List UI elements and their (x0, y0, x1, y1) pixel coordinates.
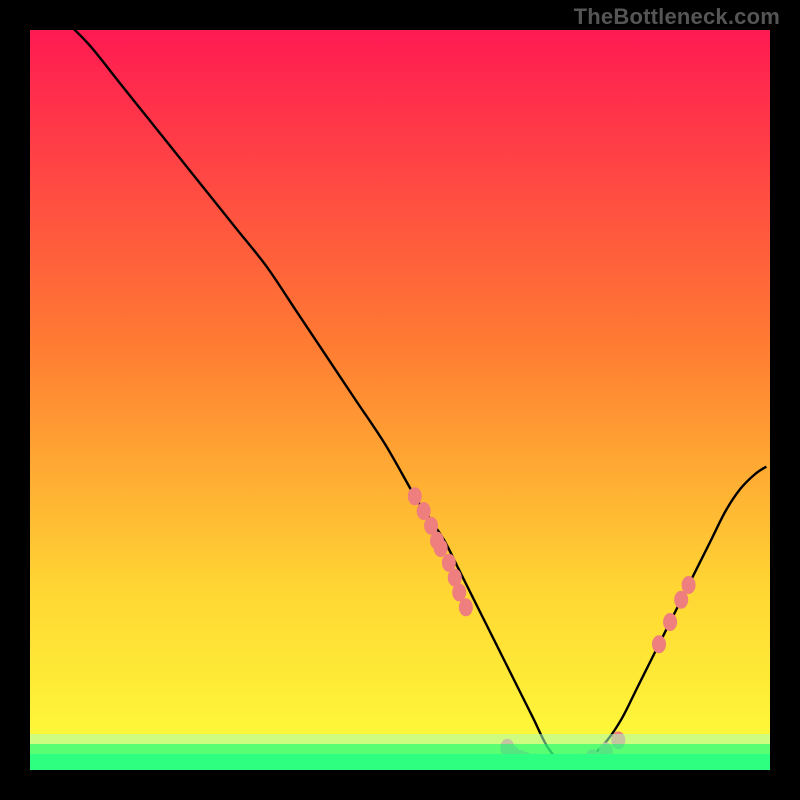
optimal-band-mid (30, 744, 770, 754)
plot-background (30, 30, 770, 770)
chart-frame: TheBottleneck.com (0, 0, 800, 800)
curve-marker (652, 635, 666, 653)
curve-marker (674, 591, 688, 609)
optimal-band-lower (30, 754, 770, 770)
optimal-band-upper (30, 734, 770, 744)
attribution-label: TheBottleneck.com (574, 4, 780, 30)
curve-marker (408, 487, 422, 505)
curve-marker (682, 576, 696, 594)
bottleneck-chart (30, 30, 770, 770)
curve-marker (417, 502, 431, 520)
curve-marker (434, 539, 448, 557)
curve-marker (459, 598, 473, 616)
curve-marker (663, 613, 677, 631)
